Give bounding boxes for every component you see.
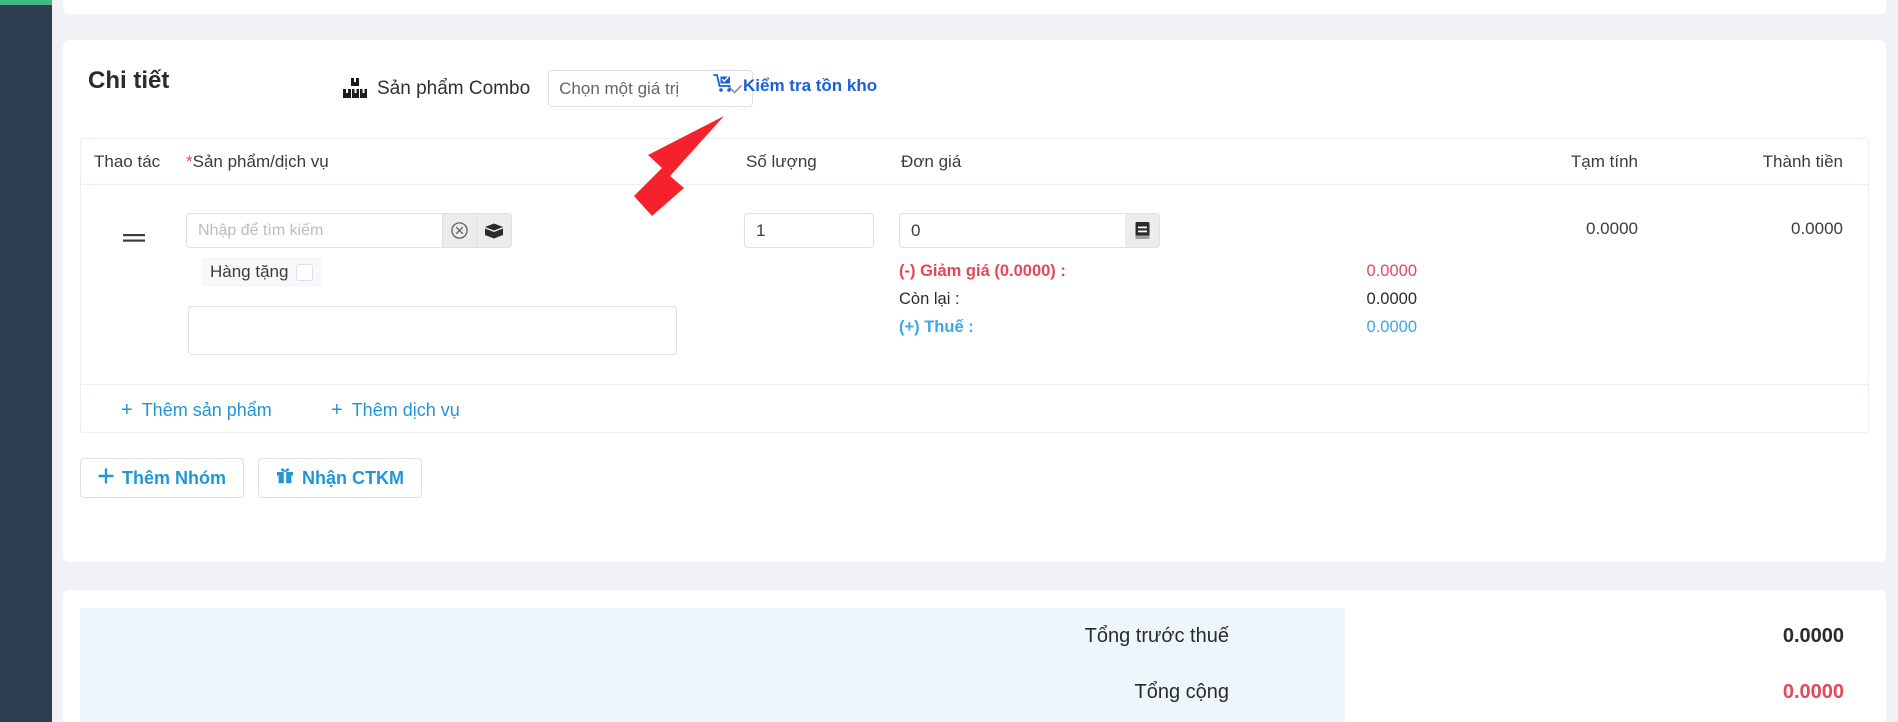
add-service-link[interactable]: + Thêm dịch vụ bbox=[331, 399, 460, 422]
box-open-icon[interactable] bbox=[477, 213, 512, 248]
table-row: Hàng tặng bbox=[81, 185, 1868, 385]
item-calculation-rows: (-) Giảm giá (0.0000) : 0.0000 Còn lại :… bbox=[899, 257, 1539, 341]
combo-product-group: Sản phẩm Combo Chọn một giá trị bbox=[343, 70, 754, 107]
grand-total-row: Tổng cộng 0.0000 bbox=[80, 664, 1869, 720]
check-inventory-label: Kiểm tra tồn kho bbox=[743, 75, 878, 95]
totals-card: Tổng trước thuế 0.0000 Tổng cộng 0.0000 bbox=[63, 590, 1886, 722]
required-star: * bbox=[186, 152, 193, 171]
quantity-input[interactable] bbox=[744, 213, 874, 248]
receive-ctkm-label: Nhận CTKM bbox=[302, 467, 405, 488]
total-before-tax-value: 0.0000 bbox=[1782, 624, 1844, 647]
clear-circle-icon[interactable] bbox=[442, 213, 477, 248]
product-search-group bbox=[186, 213, 512, 248]
boxes-icon bbox=[343, 77, 367, 100]
gift-item-checkbox[interactable] bbox=[296, 263, 314, 281]
column-header-product: *Sản phẩm/dịch vụ bbox=[186, 152, 329, 172]
column-header-action: Thao tác bbox=[94, 152, 161, 171]
remaining-value: 0.0000 bbox=[1366, 289, 1417, 308]
table-footer: + Thêm sản phẩm + Thêm dịch vụ bbox=[81, 385, 1868, 433]
add-group-label: Thêm Nhóm bbox=[122, 467, 227, 488]
column-header-quantity: Số lượng bbox=[746, 152, 817, 171]
previous-card-stub bbox=[63, 0, 1886, 14]
column-header-product-label: Sản phẩm/dịch vụ bbox=[192, 152, 329, 171]
column-header-total: Thành tiền bbox=[1762, 152, 1843, 171]
remaining-row: Còn lại : 0.0000 bbox=[899, 285, 1539, 313]
items-table: Thao tác *Sản phẩm/dịch vụ Số lượng Đơn … bbox=[80, 138, 1869, 433]
add-product-link[interactable]: + Thêm sản phẩm bbox=[121, 399, 272, 422]
gift-icon bbox=[276, 467, 294, 489]
page-content: Chi tiết Sản phẩm Combo Chọn một giá trị… bbox=[52, 0, 1898, 722]
page-title: Chi tiết bbox=[88, 67, 170, 94]
combo-label: Sản phẩm Combo bbox=[377, 77, 531, 99]
gift-item-label: Hàng tặng bbox=[210, 262, 289, 281]
unit-price-input[interactable] bbox=[899, 213, 1125, 248]
plus-icon: + bbox=[331, 399, 343, 421]
gift-item-field: Hàng tặng bbox=[201, 257, 323, 287]
total-before-tax-row: Tổng trước thuế 0.0000 bbox=[80, 608, 1869, 664]
detail-header: Chi tiết Sản phẩm Combo Chọn một giá trị… bbox=[63, 40, 1886, 130]
detail-card: Chi tiết Sản phẩm Combo Chọn một giá trị… bbox=[63, 40, 1886, 562]
discount-value[interactable]: 0.0000 bbox=[1367, 262, 1417, 281]
add-product-label: Thêm sản phẩm bbox=[141, 400, 272, 420]
totals-panel: Tổng trước thuế 0.0000 Tổng cộng 0.0000 bbox=[80, 608, 1869, 722]
row-total-value: 0.0000 bbox=[1791, 219, 1843, 238]
tax-label: (+) Thuế : bbox=[899, 317, 974, 336]
plus-icon bbox=[98, 467, 114, 489]
note-list-icon[interactable] bbox=[1125, 213, 1160, 248]
cart-check-icon bbox=[713, 73, 735, 98]
left-sidebar bbox=[0, 0, 52, 722]
drag-handle-icon[interactable] bbox=[123, 227, 145, 250]
add-group-button[interactable]: Thêm Nhóm bbox=[80, 458, 245, 498]
product-search-input[interactable] bbox=[186, 213, 442, 248]
receive-ctkm-button[interactable]: Nhận CTKM bbox=[258, 458, 423, 498]
grand-total-label: Tổng cộng bbox=[1134, 680, 1229, 703]
table-header-row: Thao tác *Sản phẩm/dịch vụ Số lượng Đơn … bbox=[81, 139, 1868, 185]
total-before-tax-label: Tổng trước thuế bbox=[1084, 624, 1229, 647]
page-root: Chi tiết Sản phẩm Combo Chọn một giá trị… bbox=[0, 0, 1898, 722]
check-inventory-link[interactable]: Kiểm tra tồn kho bbox=[713, 73, 877, 98]
discount-label: (-) Giảm giá (0.0000) : bbox=[899, 261, 1066, 280]
discount-row: (-) Giảm giá (0.0000) : 0.0000 bbox=[899, 257, 1539, 285]
add-service-label: Thêm dịch vụ bbox=[351, 400, 460, 420]
tax-row: (+) Thuế : 0.0000 bbox=[899, 313, 1539, 341]
remaining-label: Còn lại : bbox=[899, 289, 960, 308]
group-action-buttons: Thêm Nhóm Nhận CTKM bbox=[80, 458, 423, 498]
row-subtotal-value: 0.0000 bbox=[1586, 219, 1638, 238]
tax-value[interactable]: 0.0000 bbox=[1367, 318, 1417, 337]
column-header-unit-price: Đơn giá bbox=[901, 152, 962, 171]
unit-price-group bbox=[899, 213, 1160, 248]
item-note-textarea[interactable] bbox=[188, 306, 677, 355]
sidebar-accent-bar bbox=[0, 0, 52, 5]
combo-select-value: Chọn một giá trị bbox=[559, 78, 680, 98]
grand-total-value: 0.0000 bbox=[1782, 680, 1844, 703]
plus-icon: + bbox=[121, 399, 133, 421]
column-header-subtotal: Tạm tính bbox=[1570, 152, 1638, 171]
